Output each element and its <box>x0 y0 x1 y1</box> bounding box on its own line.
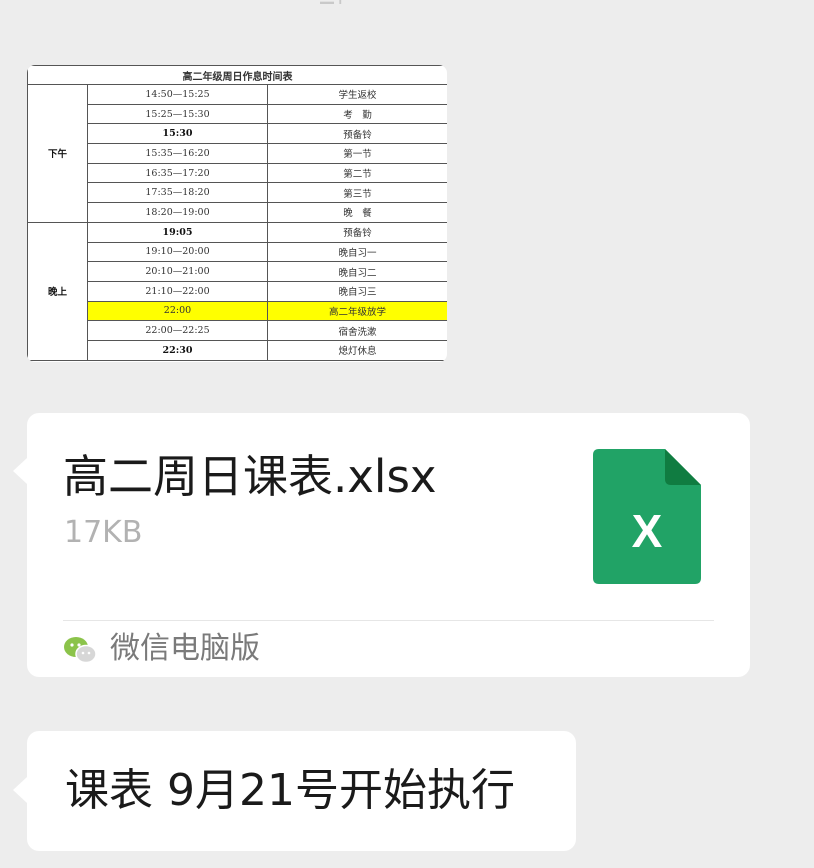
row-time: 14:50—15:25 <box>87 84 268 105</box>
text-message[interactable]: 课表 9月21号开始执行 <box>13 731 576 851</box>
row-time: 18:20—19:00 <box>87 202 268 223</box>
row-time: 17:35—18:20 <box>87 182 268 204</box>
row-time: 19:10—20:00 <box>87 241 268 263</box>
svg-text:X: X <box>632 505 663 557</box>
row-activity: 第三节 <box>267 182 447 204</box>
excel-file-icon: X <box>593 449 701 584</box>
file-size: 17KB <box>64 515 143 550</box>
row-activity-highlighted: 高二年级放学 <box>267 300 447 322</box>
row-time: 20:10—21:00 <box>87 261 268 282</box>
row-time-highlighted: 22:00 <box>87 300 268 322</box>
row-activity: 晚自习三 <box>267 280 447 302</box>
row-activity: 第一节 <box>267 143 447 164</box>
bubble-tail <box>13 458 27 484</box>
image-message[interactable]: 高二年级周日作息时间表 下午 14:50—15:25 学生返校 15:25—15… <box>27 65 447 362</box>
row-time: 15:25—15:30 <box>87 103 268 125</box>
source-label: 微信电脑版 <box>110 631 260 666</box>
period-afternoon: 下午 <box>27 84 88 223</box>
row-activity: 预备铃 <box>267 221 447 243</box>
row-activity: 预备铃 <box>267 123 447 145</box>
clipped-header-fragment: ▁ ▏ ◦ ◦ ◦ <box>320 0 510 4</box>
file-name: 高二周日课表.xlsx <box>63 450 437 503</box>
row-time: 19:05 <box>87 221 268 243</box>
row-activity: 宿舍洗漱 <box>267 320 447 341</box>
row-time: 22:00—22:25 <box>87 320 268 341</box>
row-activity: 晚自习二 <box>267 261 447 282</box>
schedule-title: 高二年级周日作息时间表 <box>27 65 447 85</box>
schedule-table: 高二年级周日作息时间表 下午 14:50—15:25 学生返校 15:25—15… <box>27 65 447 361</box>
wechat-icon <box>63 635 97 665</box>
row-time: 22:30 <box>87 339 268 361</box>
period-evening: 晚上 <box>27 221 88 361</box>
row-activity: 学生返校 <box>267 84 447 105</box>
row-activity: 考 勤 <box>267 103 447 125</box>
row-activity: 晚自习一 <box>267 241 447 263</box>
file-message-card[interactable]: 高二周日课表.xlsx 17KB X 微信电脑版 <box>13 413 750 677</box>
row-time: 21:10—22:00 <box>87 280 268 302</box>
card-divider <box>63 620 714 621</box>
row-activity: 第二节 <box>267 162 447 184</box>
row-activity: 晚 餐 <box>267 202 447 223</box>
row-time: 15:30 <box>87 123 268 145</box>
row-time: 16:35—17:20 <box>87 162 268 184</box>
row-time: 15:35—16:20 <box>87 143 268 164</box>
message-text: 课表 9月21号开始执行 <box>65 765 515 816</box>
row-activity: 熄灯休息 <box>267 339 447 361</box>
bubble-tail <box>13 777 27 803</box>
